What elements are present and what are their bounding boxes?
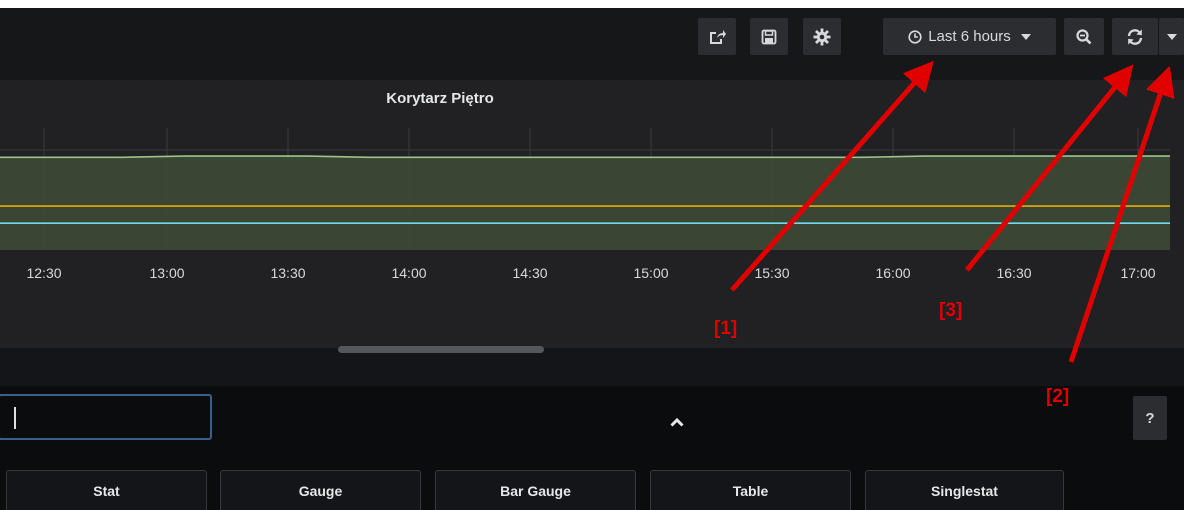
panel-scroll-track: [0, 348, 1184, 386]
refresh-icon: [1126, 28, 1144, 46]
time-range-label: Last 6 hours: [928, 28, 1011, 45]
series-area: [0, 156, 1170, 250]
annotation-label-2: [2]: [1046, 386, 1070, 407]
visualization-search-input[interactable]: [0, 394, 212, 440]
viz-option-table[interactable]: Table: [650, 470, 851, 510]
viz-option-bar-gauge[interactable]: Bar Gauge: [435, 470, 636, 510]
refresh-interval-dropdown[interactable]: [1159, 18, 1184, 55]
x-tick-label: 13:30: [270, 265, 306, 281]
x-tick-label: 16:30: [996, 265, 1032, 281]
x-tick-label: 14:00: [391, 265, 427, 281]
text-cursor: [14, 407, 16, 429]
share-icon: [708, 29, 726, 45]
panel-resize-handle[interactable]: [338, 346, 544, 353]
chevron-up-icon[interactable]: [670, 414, 684, 432]
screenshot-frame-top: [0, 0, 1189, 8]
x-tick-label: 12:30: [26, 265, 62, 281]
annotation-label-1: [1]: [714, 318, 738, 339]
x-tick-label: 17:00: [1120, 265, 1156, 281]
x-tick-label: 15:30: [754, 265, 790, 281]
help-button[interactable]: ?: [1133, 396, 1167, 440]
gear-icon: [813, 28, 831, 46]
x-tick-label: 15:00: [633, 265, 669, 281]
screenshot-frame-right: [1184, 0, 1189, 510]
viz-option-stat[interactable]: Stat: [6, 470, 207, 510]
graph-plot-area[interactable]: [0, 128, 1170, 250]
x-tick-label: 14:30: [512, 265, 548, 281]
viz-option-gauge[interactable]: Gauge: [220, 470, 421, 510]
viz-option-singlestat[interactable]: Singlestat: [865, 470, 1064, 510]
save-icon: [761, 29, 777, 45]
annotation-label-3: [3]: [939, 300, 963, 321]
x-tick-label: 16:00: [875, 265, 911, 281]
time-range-picker[interactable]: Last 6 hours: [883, 18, 1056, 55]
grafana-dashboard: Last 6 hours Korytarz Piętro 12:30 13:00 1…: [0, 0, 1189, 510]
help-icon: ?: [1145, 409, 1155, 427]
x-tick-label: 13:00: [149, 265, 185, 281]
share-button[interactable]: [698, 18, 736, 55]
zoom-out-button[interactable]: [1064, 18, 1104, 55]
top-navbar: Last 6 hours: [0, 8, 1184, 80]
panel-title[interactable]: Korytarz Piętro: [0, 90, 880, 107]
zoom-out-icon: [1076, 28, 1092, 45]
clock-icon: [908, 29, 922, 44]
chevron-down-icon: [1166, 33, 1177, 40]
save-dashboard-button[interactable]: [750, 18, 788, 55]
settings-button[interactable]: [803, 18, 841, 55]
refresh-button[interactable]: [1112, 18, 1158, 55]
chevron-down-icon: [1020, 33, 1031, 40]
